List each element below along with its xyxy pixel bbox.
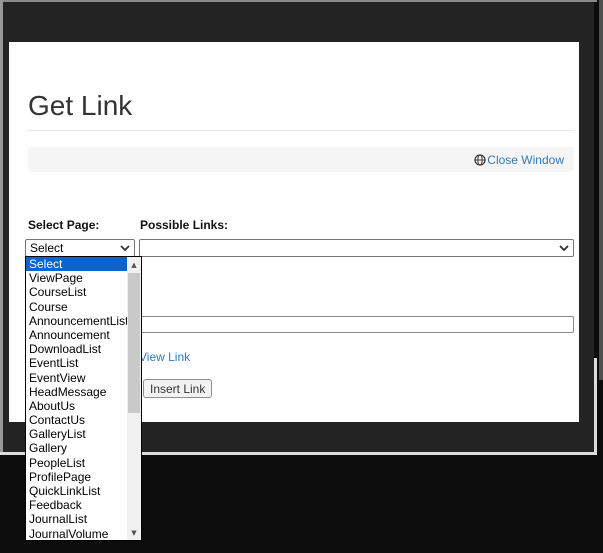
dropdown-option[interactable]: HeadMessage: [26, 385, 127, 399]
select-page-open-list: SelectViewPageCourseListCourseAnnounceme…: [25, 256, 142, 541]
dropdown-list-items: SelectViewPageCourseListCourseAnnounceme…: [26, 257, 127, 540]
chevron-down-icon: [559, 245, 569, 251]
dropdown-option[interactable]: AboutUs: [26, 399, 127, 413]
dropdown-option[interactable]: Select: [26, 257, 127, 271]
background-window-edge: [599, 0, 603, 380]
dropdown-option[interactable]: JournalList: [26, 512, 127, 526]
scrollbar-up-arrow-icon[interactable]: ▲: [127, 257, 141, 272]
view-link[interactable]: View Link: [139, 350, 190, 364]
dropdown-option[interactable]: AnnouncementList: [26, 314, 127, 328]
window-frame-left: [0, 0, 3, 453]
page-title: Get Link: [28, 90, 132, 122]
insert-link-button[interactable]: Insert Link: [143, 379, 212, 398]
dropdown-option[interactable]: GalleryList: [26, 427, 127, 441]
dropdown-option[interactable]: EventView: [26, 371, 127, 385]
window-frame-right: [594, 358, 597, 455]
scrollbar-down-arrow-icon[interactable]: ▼: [127, 525, 141, 540]
dialog-toolbar: Close Window: [28, 147, 574, 172]
dropdown-option[interactable]: Course: [26, 300, 127, 314]
dropdown-option[interactable]: EventList: [26, 356, 127, 370]
dropdown-option[interactable]: CourseList: [26, 285, 127, 299]
possible-links-dropdown[interactable]: [139, 239, 574, 257]
dropdown-option[interactable]: ContactUs: [26, 413, 127, 427]
dropdown-option[interactable]: Gallery: [26, 441, 127, 455]
title-divider: [28, 130, 574, 131]
link-url-input[interactable]: [139, 316, 574, 333]
dropdown-option[interactable]: JournalVolume: [26, 527, 127, 540]
dropdown-option[interactable]: ProfilePage: [26, 470, 127, 484]
dropdown-option[interactable]: PeopleList: [26, 456, 127, 470]
close-window-link[interactable]: Close Window: [474, 153, 564, 167]
dropdown-scrollbar[interactable]: ▲ ▼: [127, 257, 141, 540]
select-page-dropdown[interactable]: Select: [25, 239, 135, 257]
possible-links-label: Possible Links:: [140, 218, 228, 232]
select-page-label: Select Page:: [28, 218, 99, 232]
scrollbar-thumb[interactable]: [128, 273, 140, 413]
dropdown-option[interactable]: ViewPage: [26, 271, 127, 285]
chevron-down-icon: [120, 245, 130, 251]
close-window-label: Close Window: [487, 153, 564, 167]
select-page-value: Select: [30, 241, 120, 255]
dropdown-option[interactable]: DownloadList: [26, 342, 127, 356]
globe-icon: [474, 154, 486, 166]
dropdown-option[interactable]: QuickLinkList: [26, 484, 127, 498]
dropdown-option[interactable]: Feedback: [26, 498, 127, 512]
window-frame-top: [0, 0, 597, 2]
dropdown-option[interactable]: Announcement: [26, 328, 127, 342]
